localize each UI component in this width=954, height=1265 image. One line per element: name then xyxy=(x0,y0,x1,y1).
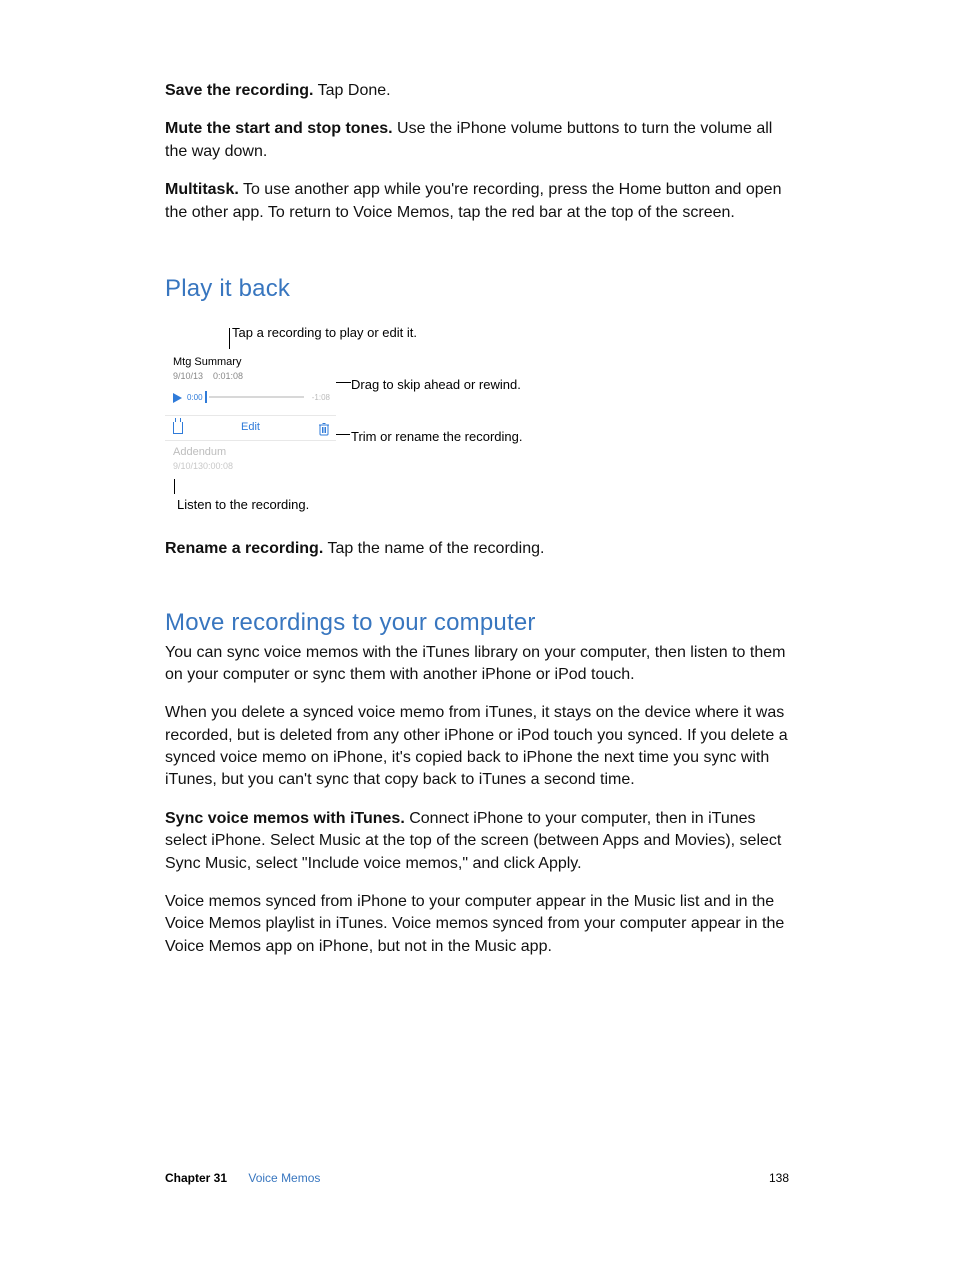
memo-title: Mtg Summary xyxy=(173,355,328,370)
play-icon[interactable] xyxy=(173,393,182,403)
bold-run: Mute the start and stop tones. xyxy=(165,120,393,137)
bold-run: Rename a recording. xyxy=(165,540,323,557)
page-number: 138 xyxy=(769,1170,789,1187)
bold-run: Save the recording. xyxy=(165,82,314,99)
chapter-number: Chapter 31 xyxy=(165,1171,227,1185)
section-heading-move-recordings: Move recordings to your computer xyxy=(165,606,789,640)
trim-icon[interactable] xyxy=(173,422,183,434)
edit-button[interactable]: Edit xyxy=(241,420,260,435)
memo-row[interactable]: Addendum 9/10/130:00:08 xyxy=(165,441,336,473)
memo-meta: 9/10/130:01:08 xyxy=(173,370,328,383)
body-paragraph: Mute the start and stop tones. Use the i… xyxy=(165,118,789,163)
text-run: To use another app while you're recordin… xyxy=(165,181,781,220)
body-paragraph: When you delete a synced voice memo from… xyxy=(165,702,789,792)
bold-run: Multitask. xyxy=(165,181,239,198)
body-paragraph: Rename a recording. Tap the name of the … xyxy=(165,538,789,560)
memo-meta: 9/10/130:00:08 xyxy=(173,460,328,473)
bold-run: Sync voice memos with iTunes. xyxy=(165,810,405,827)
text-run: Tap Done. xyxy=(314,82,391,99)
body-paragraph: Multitask. To use another app while you'… xyxy=(165,179,789,224)
section-heading-play-it-back: Play it back xyxy=(165,272,789,306)
callout-trim-rename: Trim or rename the recording. xyxy=(351,428,522,446)
callout-leader-line xyxy=(229,328,230,349)
page-footer: Chapter 31 Voice Memos 138 xyxy=(165,1170,789,1187)
callout-leader-line xyxy=(336,382,351,383)
body-paragraph: Voice memos synced from iPhone to your c… xyxy=(165,891,789,958)
memo-title: Addendum xyxy=(173,445,328,460)
footer-chapter: Chapter 31 Voice Memos xyxy=(165,1170,320,1187)
voice-memos-list-panel: Mtg Summary 9/10/130:01:08 0:00 -1:08 Ed… xyxy=(165,349,336,479)
chapter-title: Voice Memos xyxy=(248,1171,320,1185)
playback-figure: Tap a recording to play or edit it. Drag… xyxy=(165,324,789,514)
callout-tap-recording: Tap a recording to play or edit it. xyxy=(232,324,417,342)
remaining-time: -1:08 xyxy=(312,392,330,403)
edit-toolbar: Edit xyxy=(165,415,336,441)
callout-drag-scrubber: Drag to skip ahead or rewind. xyxy=(351,376,521,394)
callout-listen: Listen to the recording. xyxy=(177,496,309,514)
scrubber-track[interactable] xyxy=(209,396,304,398)
elapsed-time: 0:00 xyxy=(187,392,203,403)
body-paragraph: You can sync voice memos with the iTunes… xyxy=(165,642,789,687)
scrubber-playhead[interactable] xyxy=(205,391,207,403)
body-paragraph: Save the recording. Tap Done. xyxy=(165,80,789,102)
trash-icon[interactable] xyxy=(318,422,328,434)
memo-row-selected[interactable]: Mtg Summary 9/10/130:01:08 xyxy=(165,349,336,383)
callout-leader-line xyxy=(336,434,350,435)
body-paragraph: Sync voice memos with iTunes. Connect iP… xyxy=(165,808,789,875)
text-run: Tap the name of the recording. xyxy=(323,540,544,557)
playback-scrubber-row: 0:00 -1:08 xyxy=(165,391,336,415)
